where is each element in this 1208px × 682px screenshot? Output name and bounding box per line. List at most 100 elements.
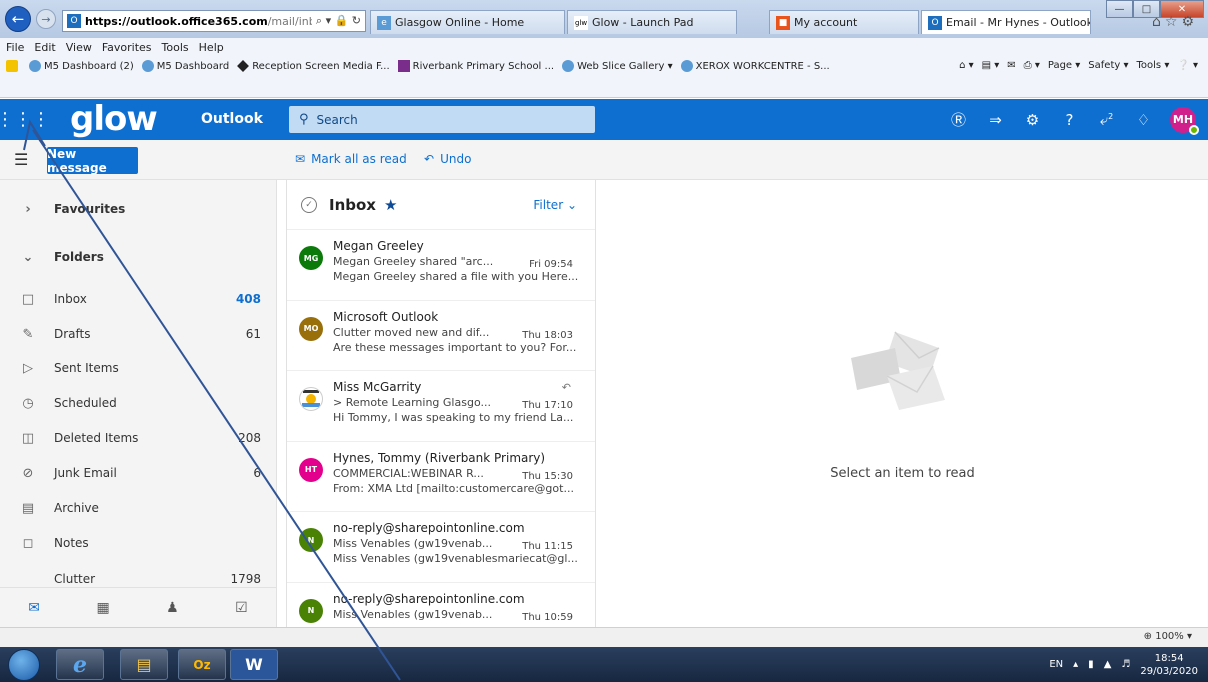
trash-icon: ◫ — [21, 430, 35, 446]
favorites-bar: M5 Dashboard (2) M5 Dashboard Reception … — [0, 56, 1208, 98]
tab-label: Glow - Launch Pad — [592, 16, 694, 29]
safety-menu[interactable]: Safety ▾ — [1088, 60, 1128, 71]
bell-icon[interactable]: ♢ — [1125, 111, 1162, 129]
gear-icon[interactable]: ⚙ — [1181, 14, 1198, 30]
file-explorer-icon[interactable]: ▤ — [120, 649, 168, 680]
message-item[interactable]: MO Microsoft Outlook Clutter moved new a… — [287, 301, 595, 371]
folder-junk-email[interactable]: ⊘ Junk Email 6 — [0, 456, 276, 490]
message-item[interactable]: N no-reply@sharepointonline.com Miss Ven… — [287, 512, 595, 583]
search-input[interactable]: ⚲ Search — [289, 106, 595, 133]
favourites-toggle[interactable]: › Favourites — [0, 192, 276, 226]
office-icon: ■ — [776, 15, 790, 30]
word-app-icon[interactable]: W — [230, 649, 278, 680]
settings-gear-icon[interactable]: ⚙ — [1014, 111, 1051, 129]
undo-button[interactable]: ↶ Undo — [424, 152, 471, 166]
favorite-xerox[interactable]: XEROX WORKCENTRE - S... — [680, 60, 830, 72]
menu-view[interactable]: View — [66, 41, 92, 54]
message-item[interactable]: Miss McGarrity ↶ > Remote Learning Glasg… — [287, 371, 595, 442]
forward-button[interactable]: → — [36, 9, 56, 29]
menu-tools[interactable]: Tools — [162, 41, 189, 54]
folder-archive[interactable]: ▤ Archive — [0, 491, 276, 525]
undo-label: Undo — [440, 152, 472, 166]
address-tools-icons[interactable]: ⌕ ▾ 🔒 ↻ — [316, 14, 361, 28]
print-icon[interactable]: ⎙ ▾ — [1024, 60, 1040, 71]
message-time: Thu 15:30 — [522, 470, 573, 482]
mail-icon[interactable]: ✉ — [1007, 60, 1015, 71]
header-icons: Ⓡ ⇒ ⚙ ? ⤶2 ♢ MH — [940, 99, 1199, 140]
filter-dropdown[interactable]: Filter ⌄ — [533, 198, 577, 212]
mark-all-read-button[interactable]: ✉ Mark all as read — [295, 152, 407, 166]
folder-label: Archive — [54, 501, 99, 515]
feeds-icon[interactable]: ▤ ▾ — [982, 60, 1000, 71]
tab-my-account[interactable]: ■ My account — [769, 10, 919, 34]
folder-sent-items[interactable]: ▷ Sent Items — [0, 351, 276, 385]
favorite-riverbank-primary[interactable]: Riverbank Primary School ... — [397, 60, 554, 72]
language-indicator[interactable]: EN — [1049, 659, 1063, 670]
tab-outlook-email[interactable]: O Email - Mr Hynes - Outlook × — [921, 10, 1091, 34]
folder-scheduled[interactable]: ◷ Scheduled — [0, 386, 276, 420]
menu-file[interactable]: File — [6, 41, 24, 54]
folder-inbox[interactable]: □ Inbox 408 — [0, 282, 276, 316]
message-time: Thu 11:15 — [522, 541, 573, 552]
home-icon[interactable]: ⌂ — [1152, 14, 1165, 30]
user-avatar[interactable]: MH — [1170, 106, 1199, 135]
signal-icon[interactable]: ▲ — [1104, 659, 1112, 670]
minimize-button[interactable]: — — [1106, 0, 1133, 18]
star-icon[interactable]: ☆ — [1165, 14, 1182, 30]
hamburger-menu-icon[interactable]: ☰ — [14, 150, 28, 169]
tab-glow-launch-pad[interactable]: glw Glow - Launch Pad — [567, 10, 737, 34]
skype-icon[interactable]: Ⓡ — [940, 109, 977, 130]
back-button[interactable]: ← — [5, 6, 31, 32]
zoom-control[interactable]: ⊕ 100% ▾ — [1144, 631, 1192, 642]
folder-drafts[interactable]: ✎ Drafts 61 — [0, 317, 276, 351]
browser-toolbar-icons[interactable]: ⌂☆⚙ — [1152, 14, 1198, 30]
menu-edit[interactable]: Edit — [34, 41, 55, 54]
app-launcher-waffle-icon[interactable]: ⋮⋮⋮ — [0, 105, 50, 133]
page-menu[interactable]: Page ▾ — [1048, 60, 1080, 71]
envelope-open-icon: ✉ — [295, 152, 306, 166]
todo-icon[interactable]: ⇒ — [977, 111, 1014, 129]
favorite-m5-dashboard[interactable]: M5 Dashboard — [141, 60, 229, 72]
folders-toggle[interactable]: ⌄ Folders — [0, 240, 276, 274]
clock[interactable]: 18:54 29/03/2020 — [1140, 652, 1198, 678]
help-icon[interactable]: ? — [1051, 111, 1088, 129]
folder-label: Clutter — [54, 572, 96, 586]
message-item[interactable]: MG Megan Greeley Megan Greeley shared "a… — [287, 230, 595, 301]
tray-expand-icon[interactable]: ▴ — [1073, 659, 1078, 670]
favorite-star-icon[interactable]: ★ — [384, 196, 397, 214]
battery-icon[interactable]: ▮ — [1088, 659, 1094, 670]
message-item[interactable]: N no-reply@sharepointonline.com Miss Ven… — [287, 583, 595, 628]
favorites-star-icon[interactable] — [6, 60, 21, 72]
ie-page-icon: e — [377, 15, 391, 30]
volume-icon[interactable]: ♬ — [1121, 659, 1130, 670]
internet-explorer-icon[interactable]: e — [56, 649, 104, 680]
new-message-button[interactable]: New message — [47, 147, 138, 175]
folder-notes[interactable]: ◻ Notes — [0, 526, 276, 560]
outlook-app-icon[interactable]: Oz — [178, 649, 226, 680]
favorite-reception-screen[interactable]: Reception Screen Media F... — [237, 60, 390, 72]
calendar-icon[interactable]: ▦ — [96, 600, 109, 616]
tasks-checkbox-icon[interactable]: ☑ — [235, 600, 248, 616]
school-crest-icon — [302, 390, 320, 407]
mail-icon[interactable]: ✉ — [28, 600, 40, 616]
message-sender: no-reply@sharepointonline.com — [333, 521, 525, 535]
favorite-web-slice-gallery[interactable]: Web Slice Gallery ▾ — [562, 60, 673, 72]
home-icon[interactable]: ⌂ ▾ — [959, 60, 974, 71]
select-all-checkbox[interactable]: ✓ — [301, 196, 317, 213]
note-icon: ◻ — [22, 535, 34, 551]
app-name[interactable]: Outlook — [201, 111, 263, 127]
help-icon[interactable]: ❔ ▾ — [1177, 60, 1198, 71]
tools-menu[interactable]: Tools ▾ — [1137, 60, 1170, 71]
address-bar[interactable]: O https://outlook.office365.com/mail/inb… — [62, 10, 366, 32]
message-item[interactable]: HT Hynes, Tommy (Riverbank Primary) COMM… — [287, 442, 595, 512]
start-button[interactable] — [8, 649, 40, 681]
tab-glasgow-online[interactable]: e Glasgow Online - Home — [370, 10, 565, 34]
glow-logo[interactable]: glow — [70, 99, 158, 139]
menu-help[interactable]: Help — [199, 41, 224, 54]
people-icon[interactable]: ♟ — [166, 600, 179, 616]
favorite-m5-dashboard-2[interactable]: M5 Dashboard (2) — [29, 60, 134, 72]
message-subject: Miss Venables (gw19venab... — [333, 607, 493, 621]
menu-favorites[interactable]: Favorites — [102, 41, 152, 54]
folder-deleted-items[interactable]: ◫ Deleted Items 208 — [0, 421, 276, 455]
feedback-icon[interactable]: ⤶2 — [1088, 111, 1125, 129]
